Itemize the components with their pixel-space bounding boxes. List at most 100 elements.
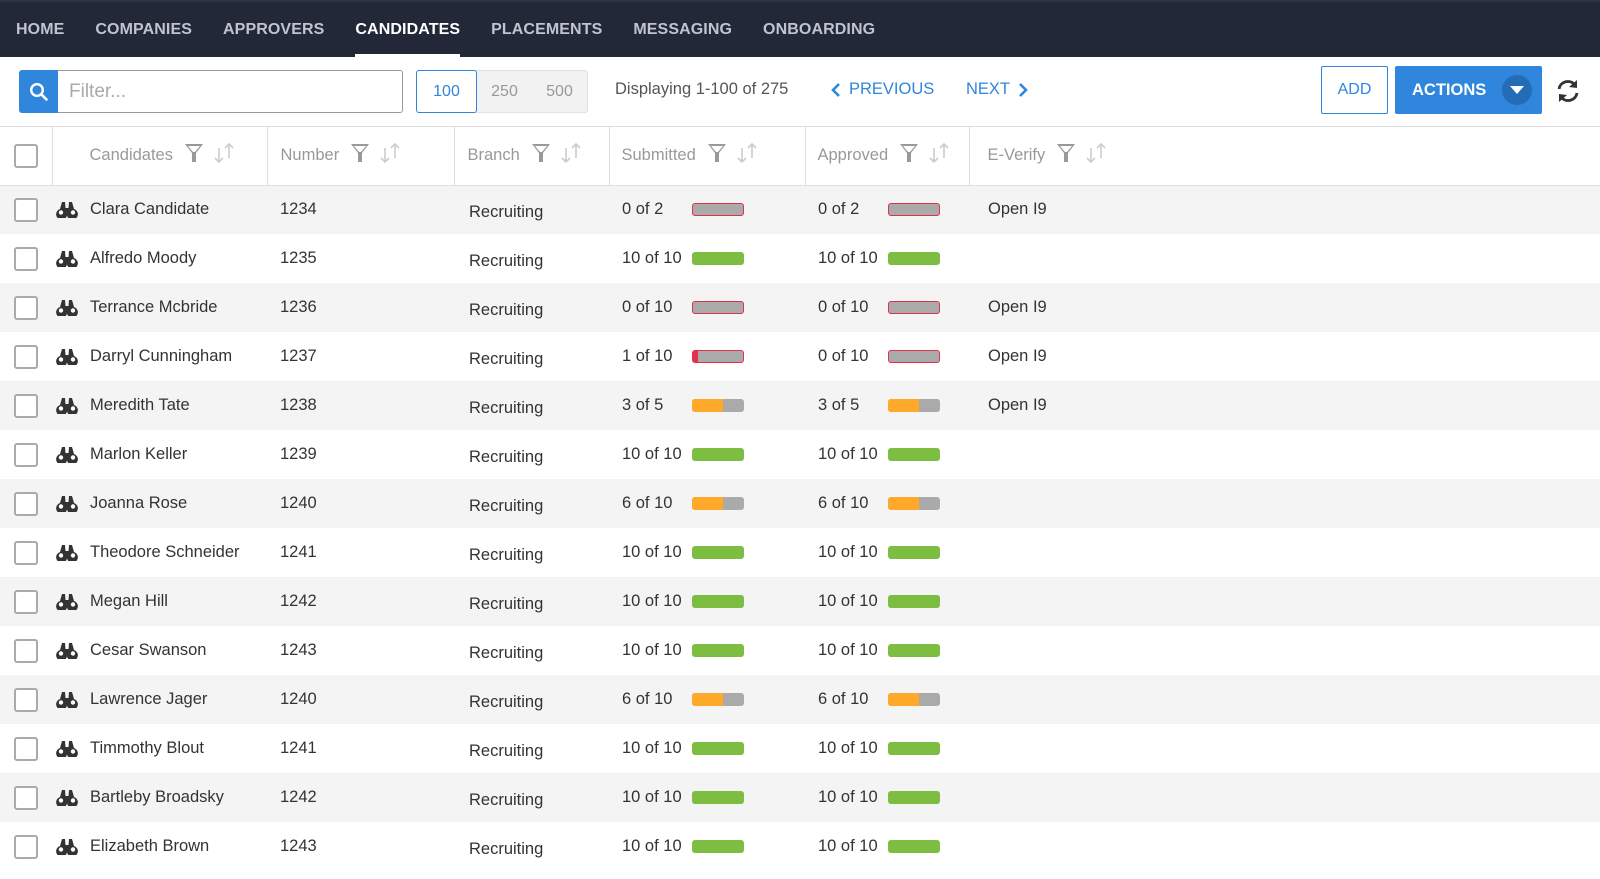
binoculars-icon[interactable] <box>55 250 79 267</box>
binoculars-icon[interactable] <box>55 740 79 757</box>
table-row[interactable]: Theodore Schneider 1241 Recruiting 10 of 10… <box>0 528 1600 577</box>
table-row[interactable]: Clara Candidate 1234 Recruiting 0 of 2 0 of … <box>0 185 1600 234</box>
tab-candidates[interactable]: CANDIDATES <box>355 2 460 57</box>
row-checkbox[interactable] <box>14 295 38 320</box>
binoculars-icon[interactable] <box>55 348 79 365</box>
row-checkbox[interactable] <box>14 393 38 418</box>
binoculars-icon[interactable] <box>55 397 79 414</box>
row-checkbox[interactable] <box>14 197 38 222</box>
binoculars-icon[interactable] <box>55 299 79 316</box>
previous-button[interactable]: PREVIOUS <box>831 80 934 99</box>
table-row[interactable]: Darryl Cunningham 1237 Recruiting 1 of 10 0 … <box>0 332 1600 381</box>
candidate-name[interactable]: Cesar Swanson <box>90 641 206 660</box>
table-row[interactable]: Joanna Rose 1240 Recruiting 6 of 10 6 of 10 <box>0 479 1600 528</box>
sort-icon[interactable] <box>927 142 953 169</box>
candidate-name[interactable]: Clara Candidate <box>90 200 209 219</box>
actions-dropdown-toggle[interactable] <box>1502 75 1532 105</box>
submitted-cell: 6 of 10 <box>609 675 805 724</box>
select-all-checkbox[interactable] <box>14 143 38 168</box>
row-checkbox[interactable] <box>14 785 38 810</box>
table-row[interactable]: Timmothy Blout 1241 Recruiting 10 of 10 10 o… <box>0 724 1600 773</box>
tab-messaging[interactable]: MESSAGING <box>633 2 732 57</box>
refresh-button[interactable] <box>1555 78 1581 109</box>
candidate-name[interactable]: Timmothy Blout <box>90 739 204 758</box>
binoculars-icon[interactable] <box>55 789 79 806</box>
binoculars-icon[interactable] <box>55 593 79 610</box>
table-row[interactable]: Marlon Keller 1239 Recruiting 10 of 10 10 of… <box>0 430 1600 479</box>
column-label[interactable]: Submitted <box>622 146 696 165</box>
candidate-name[interactable]: Theodore Schneider <box>90 543 240 562</box>
next-button[interactable]: NEXT <box>966 80 1028 99</box>
table-row[interactable]: Cesar Swanson 1243 Recruiting 10 of 10 10 of… <box>0 626 1600 675</box>
page-size-250[interactable]: 250 <box>477 71 532 112</box>
sort-icon[interactable] <box>559 142 585 169</box>
binoculars-icon[interactable] <box>55 201 79 219</box>
candidate-name[interactable]: Marlon Keller <box>90 445 187 464</box>
row-checkbox[interactable] <box>14 589 38 614</box>
candidate-name[interactable]: Bartleby Broadsky <box>90 788 224 807</box>
actions-button[interactable]: ACTIONS <box>1395 66 1542 114</box>
row-checkbox[interactable] <box>14 344 38 369</box>
binoculars-icon[interactable] <box>55 838 79 855</box>
page-size-100[interactable]: 100 <box>416 70 477 113</box>
binoculars-icon[interactable] <box>55 495 79 512</box>
binoculars-icon[interactable] <box>55 446 79 463</box>
candidate-name[interactable]: Elizabeth Brown <box>90 837 209 856</box>
row-checkbox[interactable] <box>14 638 38 663</box>
sort-icon[interactable] <box>378 142 404 169</box>
page-size-500[interactable]: 500 <box>532 71 587 112</box>
tab-onboarding[interactable]: ONBOARDING <box>763 2 875 57</box>
filter-icon[interactable] <box>184 142 204 169</box>
search-button[interactable] <box>19 70 58 113</box>
everify-status[interactable]: Open I9 <box>969 298 1047 316</box>
candidate-name[interactable]: Lawrence Jager <box>90 690 207 709</box>
table-row[interactable]: Bartleby Broadsky 1242 Recruiting 10 of 10 1… <box>0 773 1600 822</box>
column-label[interactable]: Candidates <box>90 146 173 165</box>
row-checkbox[interactable] <box>14 834 38 859</box>
row-checkbox[interactable] <box>14 687 38 712</box>
binoculars-icon[interactable] <box>55 691 79 708</box>
filter-icon[interactable] <box>899 142 919 169</box>
candidate-name[interactable]: Darryl Cunningham <box>90 347 232 366</box>
filter-icon[interactable] <box>350 142 370 169</box>
row-checkbox[interactable] <box>14 491 38 516</box>
binoculars-icon[interactable] <box>55 642 79 659</box>
tab-home[interactable]: HOME <box>16 2 64 57</box>
table-row[interactable]: Alfredo Moody 1235 Recruiting 10 of 10 10 of… <box>0 234 1600 283</box>
table-row[interactable]: Meredith Tate 1238 Recruiting 3 of 5 3 of 5 O… <box>0 381 1600 430</box>
everify-status[interactable]: Open I9 <box>969 200 1047 218</box>
row-checkbox[interactable] <box>14 442 38 467</box>
column-label[interactable]: Approved <box>818 146 889 165</box>
filter-icon[interactable] <box>531 142 551 169</box>
row-checkbox[interactable] <box>14 246 38 271</box>
progress-bar <box>888 595 940 608</box>
candidate-name[interactable]: Alfredo Moody <box>90 249 196 268</box>
candidate-name[interactable]: Terrance Mcbride <box>90 298 217 317</box>
row-checkbox[interactable] <box>14 540 38 565</box>
everify-status[interactable]: Open I9 <box>969 396 1047 414</box>
everify-cell <box>969 822 1600 871</box>
table-row[interactable]: Lawrence Jager 1240 Recruiting 6 of 10 6 of … <box>0 675 1600 724</box>
everify-status[interactable]: Open I9 <box>969 347 1047 365</box>
table-row[interactable]: Terrance Mcbride 1236 Recruiting 0 of 10 0 o… <box>0 283 1600 332</box>
filter-input[interactable] <box>58 70 403 113</box>
tab-placements[interactable]: PLACEMENTS <box>491 2 602 57</box>
candidate-name[interactable]: Meredith Tate <box>90 396 190 415</box>
sort-icon[interactable] <box>212 142 238 169</box>
table-row[interactable]: Megan Hill 1242 Recruiting 10 of 10 10 of 10 <box>0 577 1600 626</box>
candidate-name[interactable]: Joanna Rose <box>90 494 187 513</box>
column-label[interactable]: E-Verify <box>988 146 1046 165</box>
filter-icon[interactable] <box>1056 142 1076 169</box>
tab-companies[interactable]: COMPANIES <box>95 2 192 57</box>
column-label[interactable]: Branch <box>468 146 520 165</box>
sort-icon[interactable] <box>735 142 761 169</box>
table-row[interactable]: Elizabeth Brown 1243 Recruiting 10 of 10 10 … <box>0 822 1600 871</box>
sort-icon[interactable] <box>1084 142 1110 169</box>
binoculars-icon[interactable] <box>55 544 79 561</box>
candidate-name[interactable]: Megan Hill <box>90 592 168 611</box>
row-checkbox[interactable] <box>14 736 38 761</box>
tab-approvers[interactable]: APPROVERS <box>223 2 324 57</box>
add-button[interactable]: ADD <box>1321 66 1388 114</box>
column-label[interactable]: Number <box>281 146 340 165</box>
filter-icon[interactable] <box>707 142 727 169</box>
